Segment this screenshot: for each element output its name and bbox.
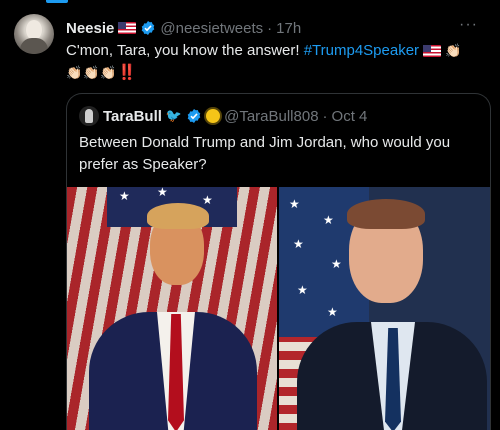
tweet-text-body: C'mon, Tara, you know the answer!: [66, 42, 304, 59]
bird-icon: 🐦: [165, 108, 183, 123]
hashtag-link[interactable]: #Trump4Speaker: [304, 42, 419, 59]
author-handle[interactable]: @neesietweets: [160, 20, 263, 37]
clap-icon: 👏🏻: [83, 65, 100, 80]
tweet-header: Neesie @neesietweets · 17h: [66, 18, 301, 38]
verified-badge-icon: [142, 21, 155, 35]
dot-separator: ·: [322, 107, 328, 125]
quoted-text: Between Donald Trump and Jim Jordan, who…: [79, 134, 451, 173]
quoted-author-name[interactable]: TaraBull: [103, 108, 162, 125]
avatar[interactable]: [14, 14, 54, 54]
photo-donald-trump[interactable]: ★ ★ ★: [67, 187, 277, 430]
tweet[interactable]: Neesie @neesietweets · 17h ··· C'mon, Ta…: [0, 0, 500, 430]
clap-icon: 👏🏻: [66, 65, 83, 80]
quoted-date[interactable]: Oct 4: [332, 108, 368, 125]
dot-separator: ·: [267, 19, 273, 37]
double-exclamation-icon: ‼️: [117, 64, 137, 81]
photo-jim-jordan[interactable]: ★ ★ ★ ★ ★ ★: [279, 187, 490, 430]
avatar-face: [26, 20, 42, 40]
us-flag-icon: [423, 45, 442, 58]
quoted-header: TaraBull 🐦 @TaraBull808 · Oct 4: [79, 106, 367, 126]
quoted-avatar[interactable]: [79, 106, 99, 126]
timestamp[interactable]: 17h: [276, 20, 301, 37]
tweet-text: C'mon, Tara, you know the answer! #Trump…: [66, 40, 491, 84]
quoted-tweet[interactable]: TaraBull 🐦 @TaraBull808 · Oct 4 Between …: [66, 93, 491, 430]
quoted-handle[interactable]: @TaraBull808: [224, 108, 318, 125]
sun-icon: [206, 109, 221, 123]
us-flag-icon: [118, 22, 137, 34]
avatar-body: [20, 38, 48, 54]
clap-icon: 👏🏻: [100, 65, 117, 80]
more-icon[interactable]: ···: [459, 16, 478, 34]
clap-icon: 👏🏻: [445, 43, 462, 58]
media-grid: ★ ★ ★ ★ ★ ★ ★ ★ ★: [67, 187, 490, 430]
verified-badge-icon: [187, 109, 201, 123]
author-name[interactable]: Neesie: [66, 20, 114, 37]
